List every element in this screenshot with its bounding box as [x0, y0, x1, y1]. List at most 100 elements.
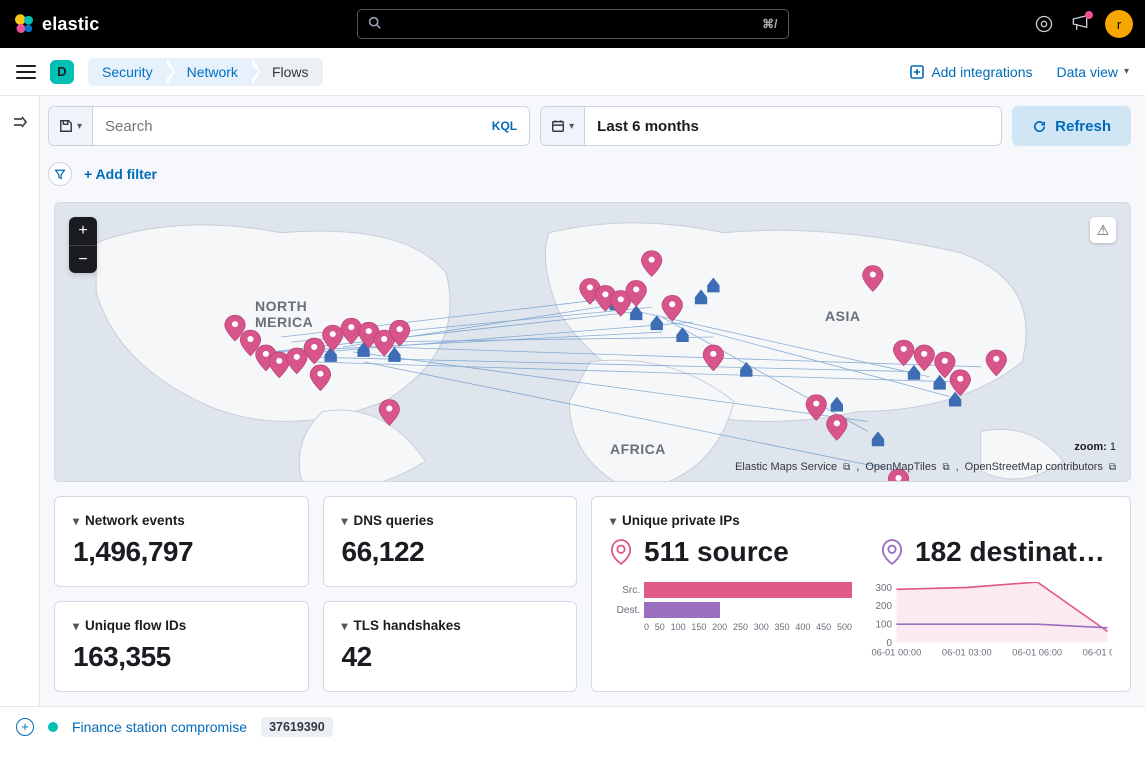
side-rail — [0, 96, 40, 706]
space-badge[interactable]: D — [50, 60, 74, 84]
query-bar: ▾ KQL ▾ Last 6 months Refresh — [40, 96, 1145, 156]
ip-line-chart: 010020030006-01 00:0006-01 03:0006-01 06… — [870, 582, 1112, 661]
expand-rail-button[interactable] — [12, 114, 28, 706]
add-integrations-button[interactable]: Add integrations — [909, 64, 1032, 80]
map-label-north-america: NORTH MERICA — [255, 298, 313, 330]
breadcrumb-network[interactable]: Network — [167, 58, 252, 86]
stat-tls: ▾ TLS handshakes 42 — [323, 601, 578, 692]
external-link-icon: ⧉ — [1109, 462, 1116, 473]
nav-toggle-button[interactable] — [16, 65, 36, 79]
stat-value: 42 — [342, 641, 559, 673]
map-label-africa: AFRICA — [610, 441, 666, 457]
external-link-icon: ⧉ — [942, 462, 949, 473]
elastic-logo[interactable]: elastic — [12, 12, 99, 36]
calendar-icon — [551, 119, 565, 133]
filter-bar: + Add filter — [40, 156, 1145, 202]
svg-text:06-01 09:00: 06-01 09:00 — [1083, 648, 1112, 658]
add-filter-button[interactable]: + Add filter — [84, 166, 157, 182]
chevron-down-icon[interactable]: ▾ — [73, 619, 79, 633]
svg-text:300: 300 — [876, 583, 893, 594]
svg-text:06-01 03:00: 06-01 03:00 — [942, 648, 992, 658]
stat-title: Unique private IPs — [622, 513, 740, 528]
date-range-field: ▾ Last 6 months — [540, 106, 1002, 146]
filter-menu-button[interactable] — [48, 162, 72, 186]
source-pin-icon — [610, 539, 632, 565]
search-shortcut: ⌘/ — [762, 17, 777, 31]
date-picker-button[interactable]: ▾ — [541, 107, 585, 145]
stat-title: Unique flow IDs — [85, 618, 186, 633]
source-ip-value: 511 source — [644, 536, 789, 568]
attrib-omt[interactable]: OpenMapTiles — [865, 461, 936, 473]
stat-network-events: ▾Network events 1,496,797 — [54, 496, 309, 587]
map-canvas — [55, 203, 1130, 481]
map-zoom-controls: + − — [69, 217, 97, 273]
integrations-icon — [909, 64, 925, 80]
map-zoom-level: zoom: 1 — [1074, 441, 1116, 453]
chevron-down-icon[interactable]: ▾ — [342, 514, 348, 528]
source-ip-metric: 511 source — [610, 536, 841, 568]
add-integrations-label: Add integrations — [931, 64, 1032, 80]
main-content: ▾ KQL ▾ Last 6 months Refresh + Add — [40, 96, 1145, 706]
stat-title: DNS queries — [354, 513, 434, 528]
disk-icon — [59, 119, 73, 133]
chevron-down-icon: ▾ — [569, 121, 574, 132]
timeline-bar: + Finance station compromise 37619390 — [0, 706, 1145, 746]
zoom-out-button[interactable]: − — [69, 245, 97, 273]
stat-title: TLS handshakes — [354, 618, 461, 633]
global-search[interactable]: ⌘/ — [357, 9, 789, 39]
zoom-in-button[interactable]: + — [69, 217, 97, 245]
chevron-down-icon: ▾ — [1124, 66, 1129, 77]
svg-text:06-01 06:00: 06-01 06:00 — [1012, 648, 1062, 658]
search-input[interactable] — [93, 118, 480, 135]
user-avatar[interactable]: r — [1105, 10, 1133, 38]
help-icon[interactable] — [1033, 13, 1055, 35]
stats-row: ▾Network events 1,496,797 ▾ DNS queries 6… — [54, 496, 1131, 692]
query-lang-toggle[interactable]: KQL — [480, 119, 529, 133]
date-range-text[interactable]: Last 6 months — [585, 118, 711, 135]
map-warning-icon[interactable]: ⚠ — [1090, 217, 1116, 243]
notification-dot-icon — [1085, 11, 1093, 19]
search-icon — [368, 16, 381, 32]
refresh-button[interactable]: Refresh — [1012, 106, 1131, 146]
add-timeline-button[interactable]: + — [16, 718, 34, 736]
map-label-asia: ASIA — [825, 308, 860, 324]
chevron-down-icon[interactable]: ▾ — [342, 619, 348, 633]
data-view-select[interactable]: Data view ▾ — [1057, 64, 1130, 80]
chevron-down-icon[interactable]: ▾ — [610, 514, 616, 528]
filter-icon — [54, 168, 66, 180]
dest-ip-value: 182 destinat… — [915, 536, 1105, 568]
svg-text:200: 200 — [876, 601, 893, 612]
breadcrumb-flows: Flows — [252, 58, 323, 86]
dest-pin-icon — [881, 539, 903, 565]
stat-value: 66,122 — [342, 536, 559, 568]
chevron-down-icon: ▾ — [77, 121, 82, 132]
timeline-count-badge: 37619390 — [261, 717, 333, 737]
breadcrumb-security[interactable]: Security — [88, 58, 167, 86]
global-header: elastic ⌘/ r — [0, 0, 1145, 48]
timeline-name-link[interactable]: Finance station compromise — [72, 719, 247, 735]
network-map[interactable]: + − ⚠ NORTH MERICA ASIA AFRICA zoom: 1 E… — [54, 202, 1131, 482]
stat-dns-queries: ▾ DNS queries 66,122 — [323, 496, 578, 587]
saved-query-button[interactable]: ▾ — [49, 107, 93, 145]
breadcrumb: Security Network Flows — [88, 58, 323, 86]
map-attribution: Elastic Maps Service⧉, OpenMapTiles⧉, Op… — [735, 461, 1116, 473]
sub-header: D Security Network Flows Add integration… — [0, 48, 1145, 96]
chevron-down-icon[interactable]: ▾ — [73, 514, 79, 528]
stat-value: 163,355 — [73, 641, 290, 673]
stat-value: 1,496,797 — [73, 536, 290, 568]
dest-ip-metric: 182 destinat… — [881, 536, 1112, 568]
stat-unique-flow: ▾ Unique flow IDs 163,355 — [54, 601, 309, 692]
external-link-icon: ⧉ — [843, 462, 850, 473]
unique-private-ips-card: ▾ Unique private IPs 511 source 182 desti… — [591, 496, 1131, 692]
ip-bar-chart: Src.Dest.050100150200250300350400450500 — [610, 582, 852, 661]
elastic-logo-icon — [12, 12, 36, 36]
status-dot-icon — [48, 722, 58, 732]
data-view-label: Data view — [1057, 64, 1118, 80]
newsfeed-icon[interactable] — [1069, 13, 1091, 35]
refresh-icon — [1032, 119, 1047, 134]
attrib-ems[interactable]: Elastic Maps Service — [735, 461, 837, 473]
attrib-osm[interactable]: OpenStreetMap contributors — [965, 461, 1103, 473]
svg-text:100: 100 — [876, 619, 893, 630]
svg-text:06-01 00:00: 06-01 00:00 — [872, 648, 922, 658]
refresh-label: Refresh — [1055, 118, 1111, 135]
